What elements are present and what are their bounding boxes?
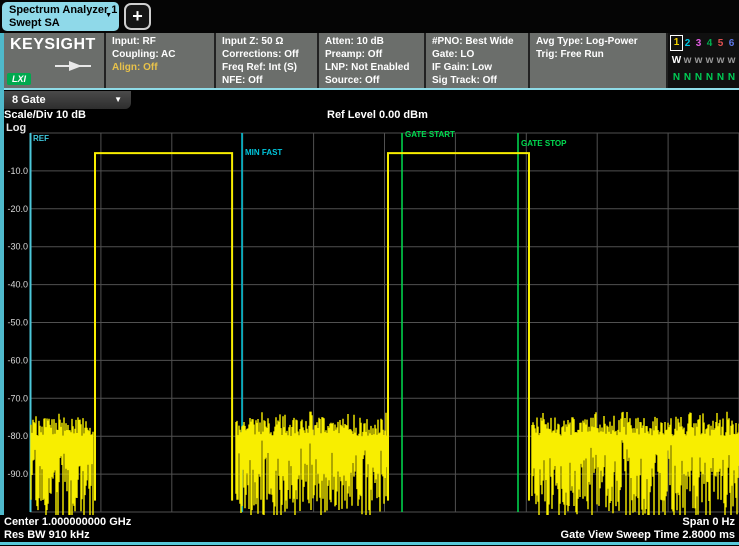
svg-text:-40.0: -40.0 <box>7 280 28 290</box>
span-readout[interactable]: Span 0 Hz <box>682 516 735 528</box>
svg-text:-70.0: -70.0 <box>7 393 28 403</box>
svg-text:-20.0: -20.0 <box>7 204 28 214</box>
spectrum-plot: -10.0 -20.0 -30.0 -40.0 -50.0 -60.0 -70.0 -80.0… <box>0 0 739 546</box>
window-bottom-border <box>0 542 739 545</box>
spectrum-analyzer-window: Spectrum Analyzer 1 Swept SA ▼ + KEYSIGH… <box>0 0 739 546</box>
ref-marker-label: REF <box>33 134 49 143</box>
svg-text:MIN FAST: MIN FAST <box>245 148 282 157</box>
svg-text:-30.0: -30.0 <box>7 242 28 252</box>
svg-text:-90.0: -90.0 <box>7 469 28 479</box>
res-bw-readout[interactable]: Res BW 910 kHz <box>4 529 90 541</box>
svg-text:GATE STOP: GATE STOP <box>521 139 567 148</box>
svg-text:-60.0: -60.0 <box>7 355 28 365</box>
svg-text:GATE START: GATE START <box>405 130 455 139</box>
svg-text:-80.0: -80.0 <box>7 431 28 441</box>
sweep-time-readout[interactable]: Gate View Sweep Time 2.8000 ms <box>561 529 735 541</box>
center-freq-readout[interactable]: Center 1.000000000 GHz <box>4 516 131 528</box>
svg-text:-10.0: -10.0 <box>7 166 28 176</box>
svg-text:-50.0: -50.0 <box>7 318 28 328</box>
y-axis-ticks: -10.0 -20.0 -30.0 -40.0 -50.0 -60.0 -70.0 -80.0… <box>7 166 28 479</box>
annotation-bar: Center 1.000000000 GHz Span 0 Hz Res BW … <box>0 515 739 542</box>
